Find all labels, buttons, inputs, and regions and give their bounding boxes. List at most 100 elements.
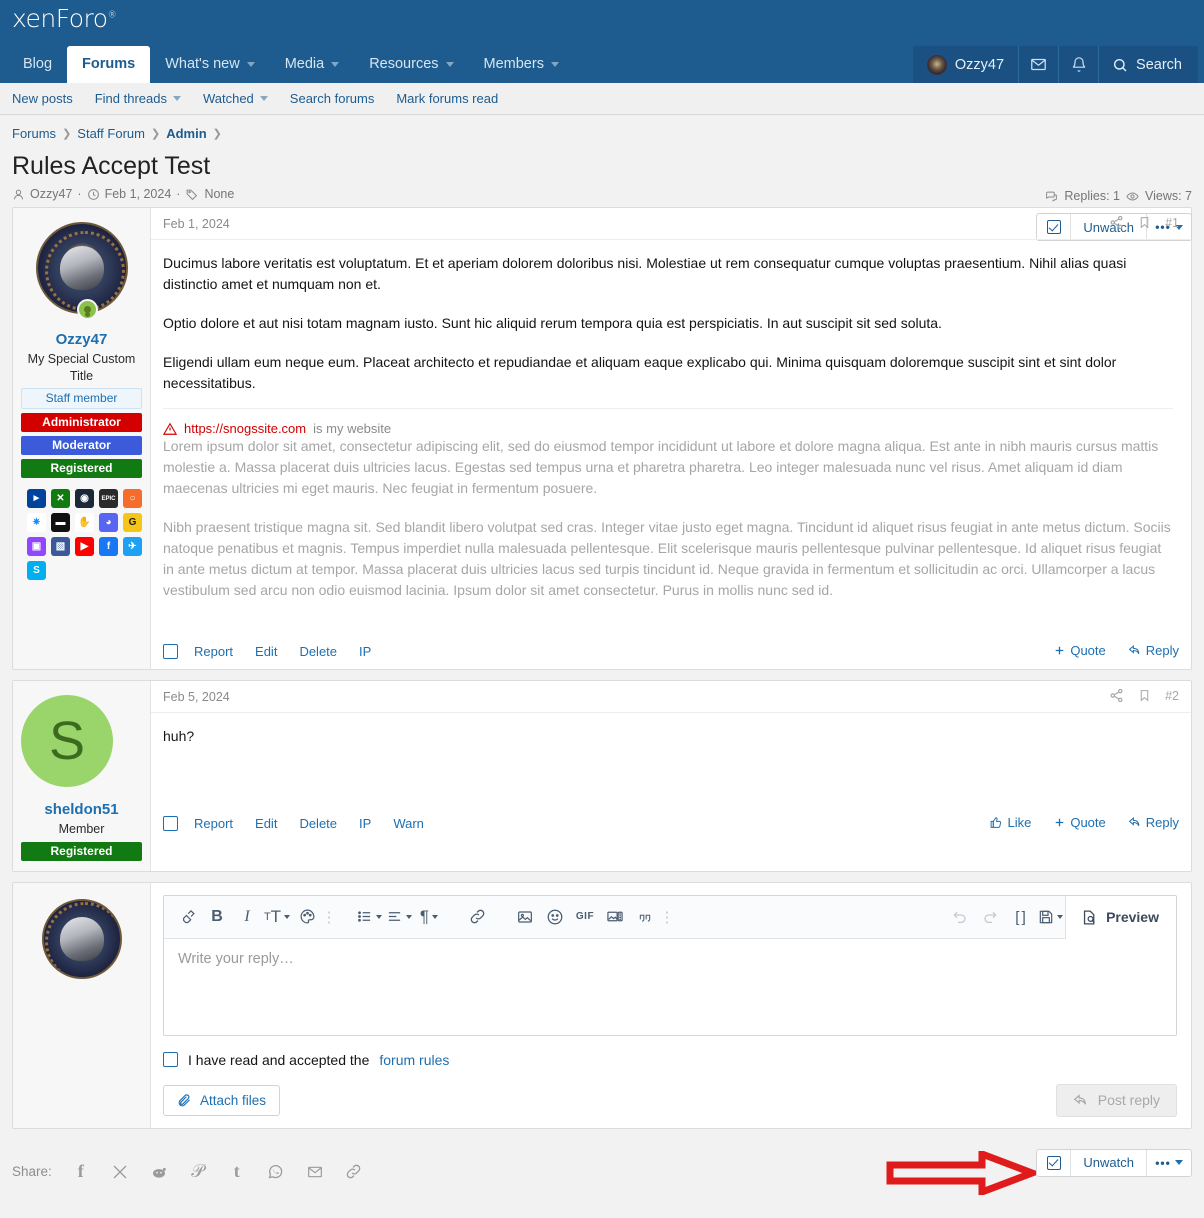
like-button[interactable]: Like (989, 815, 1031, 830)
bookmark-icon[interactable] (1138, 215, 1151, 230)
warn-link[interactable]: Warn (393, 816, 424, 831)
redo-icon[interactable] (975, 896, 1005, 939)
thread-author[interactable]: Ozzy47 (30, 187, 72, 201)
inbox-button[interactable] (1018, 46, 1059, 83)
site-logo[interactable]: xenForo® (12, 4, 117, 33)
nav-item-forums[interactable]: Forums (67, 46, 151, 83)
reply-button[interactable]: Reply (1128, 643, 1179, 658)
unwatch-button[interactable]: Unwatch (1071, 1149, 1147, 1176)
align-icon[interactable] (384, 895, 414, 938)
pinterest-share-icon[interactable]: 𝒫 (187, 1161, 209, 1183)
post-select-checkbox[interactable] (163, 816, 178, 831)
post-number[interactable]: #2 (1165, 689, 1179, 703)
twitch-icon[interactable]: ▣ (27, 537, 46, 556)
breadcrumb-item-forums[interactable]: Forums (12, 126, 56, 141)
edit-link[interactable]: Edit (255, 816, 277, 831)
whatsapp-share-icon[interactable] (265, 1161, 287, 1183)
reply-button[interactable]: Reply (1128, 815, 1179, 830)
external-link[interactable]: https://snogssite.com (184, 421, 306, 436)
paragraph-icon[interactable]: ¶ (414, 895, 444, 938)
subnav-item-find-threads[interactable]: Find threads (95, 91, 193, 106)
x-twitter-share-icon[interactable] (109, 1161, 131, 1183)
thread-more-button[interactable]: ••• (1147, 1150, 1191, 1176)
post-number[interactable]: #1 (1165, 216, 1179, 230)
post-author-name[interactable]: sheldon51 (21, 801, 142, 818)
edit-link[interactable]: Edit (255, 644, 277, 659)
more-inline-icon[interactable]: ⋮ (322, 895, 337, 938)
skype-icon[interactable]: S (27, 561, 46, 580)
avatar[interactable]: S (21, 695, 113, 787)
bullet-list-icon[interactable] (354, 895, 384, 938)
email-share-icon[interactable] (304, 1161, 326, 1183)
alerts-button[interactable] (1058, 46, 1099, 83)
drafts-icon[interactable] (1035, 896, 1065, 939)
image-icon[interactable] (510, 895, 540, 938)
link-icon[interactable] (462, 895, 492, 938)
battlenet-icon[interactable]: ✷ (27, 513, 46, 532)
search-button[interactable]: Search (1098, 46, 1198, 83)
nav-item-whats-new[interactable]: What's new (150, 46, 270, 83)
share-icon[interactable] (1109, 215, 1124, 230)
subnav-item-new-posts[interactable]: New posts (12, 91, 85, 106)
media-icon[interactable] (600, 895, 630, 938)
origin-icon[interactable]: ○ (123, 489, 142, 508)
breadcrumb-item-admin[interactable]: Admin (166, 126, 206, 141)
smilie-icon[interactable] (540, 895, 570, 938)
nav-item-resources[interactable]: Resources (354, 46, 468, 83)
tumblr-share-icon[interactable]: t (226, 1161, 248, 1183)
facebook-icon[interactable]: f (99, 537, 118, 556)
subnav-item-search-forums[interactable]: Search forums (290, 91, 387, 106)
nav-item-members[interactable]: Members (469, 46, 574, 83)
avatar[interactable] (41, 898, 122, 979)
remove-formatting-icon[interactable] (172, 895, 202, 938)
watch-checkbox-button[interactable] (1037, 1149, 1072, 1176)
report-link[interactable]: Report (194, 644, 233, 659)
attach-files-button[interactable]: Attach files (163, 1085, 281, 1116)
bb-code-icon[interactable]: [ ] (1005, 896, 1035, 939)
facebook-share-icon[interactable]: f (70, 1161, 92, 1183)
xbox-icon[interactable]: ✕ (51, 489, 70, 508)
text-color-icon[interactable] (292, 895, 322, 938)
ubisoft-icon[interactable]: ✋ (75, 513, 94, 532)
bold-icon[interactable]: B (202, 895, 232, 938)
more-insert-icon[interactable]: ⋮ (660, 895, 675, 938)
post-date[interactable]: Feb 1, 2024 (163, 217, 230, 231)
post-reply-button[interactable]: Post reply (1055, 1083, 1177, 1117)
ip-link[interactable]: IP (359, 644, 371, 659)
twitter-icon[interactable]: ✈ (123, 537, 142, 556)
link-share-icon[interactable] (343, 1161, 365, 1183)
steam-icon[interactable]: ◉ (75, 489, 94, 508)
accept-rules-checkbox[interactable] (163, 1052, 178, 1067)
bookmark-icon[interactable] (1138, 688, 1151, 703)
nav-item-media[interactable]: Media (270, 46, 355, 83)
preview-button[interactable]: Preview (1065, 895, 1176, 939)
italic-icon[interactable]: I (232, 895, 262, 938)
delete-link[interactable]: Delete (299, 644, 337, 659)
discord-icon[interactable]: ◕ (99, 513, 118, 532)
reply-text-input[interactable]: Write your reply… (164, 939, 1176, 1035)
nav-item-blog[interactable]: Blog (8, 46, 67, 83)
youtube-icon[interactable]: ▶ (75, 537, 94, 556)
quote-icon[interactable] (630, 895, 660, 938)
subnav-item-watched[interactable]: Watched (203, 91, 280, 106)
epic-games-icon[interactable]: EPIC (99, 489, 118, 508)
gif-icon[interactable]: GIF (570, 895, 600, 938)
reddit-share-icon[interactable] (148, 1161, 170, 1183)
playstation-icon[interactable]: ► (27, 489, 46, 508)
post-author-name[interactable]: Ozzy47 (21, 331, 142, 348)
quote-button[interactable]: Quote (1053, 643, 1106, 658)
forum-rules-link[interactable]: forum rules (379, 1052, 449, 1068)
undo-icon[interactable] (945, 896, 975, 939)
post-date[interactable]: Feb 5, 2024 (163, 690, 230, 704)
report-link[interactable]: Report (194, 816, 233, 831)
share-icon[interactable] (1109, 688, 1124, 703)
g2a-icon[interactable]: G (123, 513, 142, 532)
ip-link[interactable]: IP (359, 816, 371, 831)
flickr-icon[interactable]: ▧ (51, 537, 70, 556)
quote-button[interactable]: Quote (1053, 815, 1106, 830)
account-menu-button[interactable]: Ozzy47 (912, 46, 1019, 83)
gog-icon[interactable]: ▬ (51, 513, 70, 532)
post-select-checkbox[interactable] (163, 644, 178, 659)
delete-link[interactable]: Delete (299, 816, 337, 831)
subnav-item-mark-forums-read[interactable]: Mark forums read (396, 91, 510, 106)
